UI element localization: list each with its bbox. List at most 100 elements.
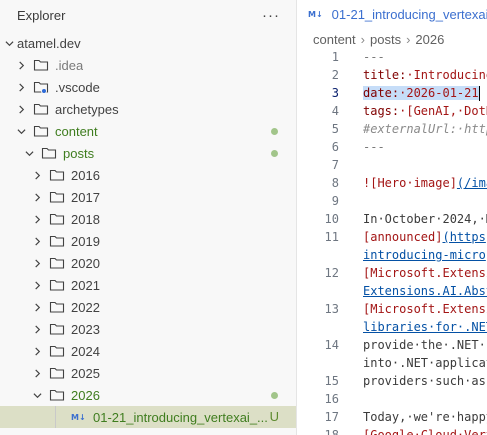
code-line: 5 #externalUrl:·http <box>298 120 487 138</box>
yaml-key: tags: <box>363 104 400 118</box>
folder-icon <box>33 76 51 98</box>
tree-item-label: 2021 <box>71 277 100 293</box>
editor-tab[interactable]: M↓ 01-21_introducing_vertexai <box>298 0 487 28</box>
line-text: ![Hero·image](/ima <box>363 174 487 192</box>
folder-icon <box>49 164 67 186</box>
folder-icon <box>49 186 67 208</box>
breadcrumb-item[interactable]: posts <box>370 32 401 47</box>
folder-item[interactable]: posts <box>0 142 296 164</box>
chevron-right-icon[interactable] <box>29 362 45 384</box>
code-text: --- <box>363 140 385 154</box>
folder-item[interactable]: 2022 <box>0 296 296 318</box>
git-status-badge: U <box>269 409 279 424</box>
code-line: 6 --- <box>298 138 487 156</box>
chevron-right-icon[interactable] <box>29 208 45 230</box>
chevron-right-icon[interactable] <box>29 340 45 362</box>
line-text: providers·such·as· <box>363 372 487 390</box>
folder-item[interactable]: 2024 <box>0 340 296 362</box>
code-line: 2 title:·Introducing <box>298 66 487 84</box>
line-number: 18 <box>324 428 339 435</box>
chevron-right-icon[interactable] <box>13 76 29 98</box>
code-text: provide·the·.NET·c <box>363 338 487 352</box>
file-item[interactable]: M↓ 01-21_introducing_vertexai_... U <box>0 406 296 428</box>
yaml-value: ·Introducing <box>406 68 487 82</box>
tree-item-label: archetypes <box>55 101 119 117</box>
tree-item-label: 2023 <box>71 321 100 337</box>
explorer-header: Explorer ··· <box>0 0 296 30</box>
tree-item-label: 2016 <box>71 167 100 183</box>
chevron-down-icon[interactable] <box>1 32 17 54</box>
line-number: 16 <box>324 392 339 406</box>
more-actions-icon[interactable]: ··· <box>262 7 280 24</box>
tree-item-label: 2024 <box>71 343 100 359</box>
folder-icon <box>49 318 67 340</box>
yaml-key: title: <box>363 68 407 82</box>
code-line: 11 [announced](https <box>298 228 487 246</box>
folder-icon <box>49 274 67 296</box>
yaml-value: ·[GenAI,·DotN <box>399 104 487 118</box>
folder-item[interactable]: 2019 <box>0 230 296 252</box>
tree-item-label: .vscode <box>55 79 100 95</box>
folder-icon <box>49 340 67 362</box>
chevron-down-icon[interactable] <box>21 142 37 164</box>
code-line: 17 Today,·we're·happy <box>298 408 487 426</box>
folder-item[interactable]: 2021 <box>0 274 296 296</box>
line-number: 1 <box>331 50 339 64</box>
chevron-right-icon[interactable] <box>29 252 45 274</box>
folder-item[interactable]: content <box>0 120 296 142</box>
folder-item[interactable]: 2017 <box>0 186 296 208</box>
folder-item[interactable]: .idea <box>0 54 296 76</box>
line-number: 5 <box>331 122 339 136</box>
folder-item[interactable]: 2025 <box>0 362 296 384</box>
git-status-dot-icon <box>271 392 278 399</box>
folder-item[interactable]: 2026 <box>0 384 296 406</box>
folder-icon <box>49 208 67 230</box>
code-line: 1 --- <box>298 48 487 66</box>
chevron-down-icon[interactable] <box>29 384 45 406</box>
code-line: 3 date:·2026-01-21 <box>298 84 487 102</box>
folder-item[interactable]: 2018 <box>0 208 296 230</box>
folder-item[interactable]: 2016 <box>0 164 296 186</box>
code-area[interactable]: 1 --- 2 title:·Introducing 3 date:·2026-01-21… <box>298 48 487 435</box>
line-number: 3 <box>331 86 339 100</box>
folder-item[interactable]: 2023 <box>0 318 296 340</box>
folder-icon <box>49 252 67 274</box>
code-line: 9 <box>298 192 487 210</box>
wrapped-text: libraries·for·.NET <box>363 320 487 334</box>
chevron-right-icon[interactable] <box>29 164 45 186</box>
code-text: providers·such·as· <box>363 374 487 388</box>
code-line: 16 <box>298 390 487 408</box>
folder-item[interactable]: 2020 <box>0 252 296 274</box>
markdown-link-url: (/ima <box>456 176 487 190</box>
breadcrumb-item[interactable]: 2026 <box>415 32 444 47</box>
code-line: 18 [Google·Cloud·Vert <box>298 426 487 435</box>
code-line: 14 provide·the·.NET·c <box>298 336 487 354</box>
chevron-down-icon[interactable] <box>13 120 29 142</box>
indent-guide <box>55 406 56 428</box>
chevron-right-icon[interactable] <box>13 98 29 120</box>
line-text: [Microsoft.Extensi <box>363 300 487 318</box>
line-text: [announced](https <box>363 228 486 246</box>
code-text: --- <box>363 50 385 64</box>
folder-icon <box>49 230 67 252</box>
markdown-link-text: ![Hero·image] <box>363 176 457 190</box>
folder-item[interactable]: .vscode <box>0 76 296 98</box>
folder-icon <box>33 98 51 120</box>
chevron-right-icon[interactable] <box>29 186 45 208</box>
breadcrumb-item[interactable]: content <box>313 32 356 47</box>
line-number: 10 <box>324 212 339 226</box>
chevron-right-icon[interactable] <box>29 296 45 318</box>
wrapped-text: into·.NET·applicat <box>363 356 487 370</box>
chevron-right-icon[interactable] <box>29 318 45 340</box>
folder-icon <box>49 296 67 318</box>
chevron-right-icon[interactable] <box>29 230 45 252</box>
line-text: --- <box>363 48 385 66</box>
chevron-right-icon[interactable] <box>29 274 45 296</box>
tree-item-label: 2022 <box>71 299 100 315</box>
wrapped-text: Extensions.AI.Abst <box>363 284 487 298</box>
tree-item-label: content <box>55 123 98 139</box>
line-number: 14 <box>324 338 339 352</box>
chevron-right-icon[interactable] <box>13 54 29 76</box>
folder-item[interactable]: atamel.dev <box>0 32 296 54</box>
folder-item[interactable]: archetypes <box>0 98 296 120</box>
